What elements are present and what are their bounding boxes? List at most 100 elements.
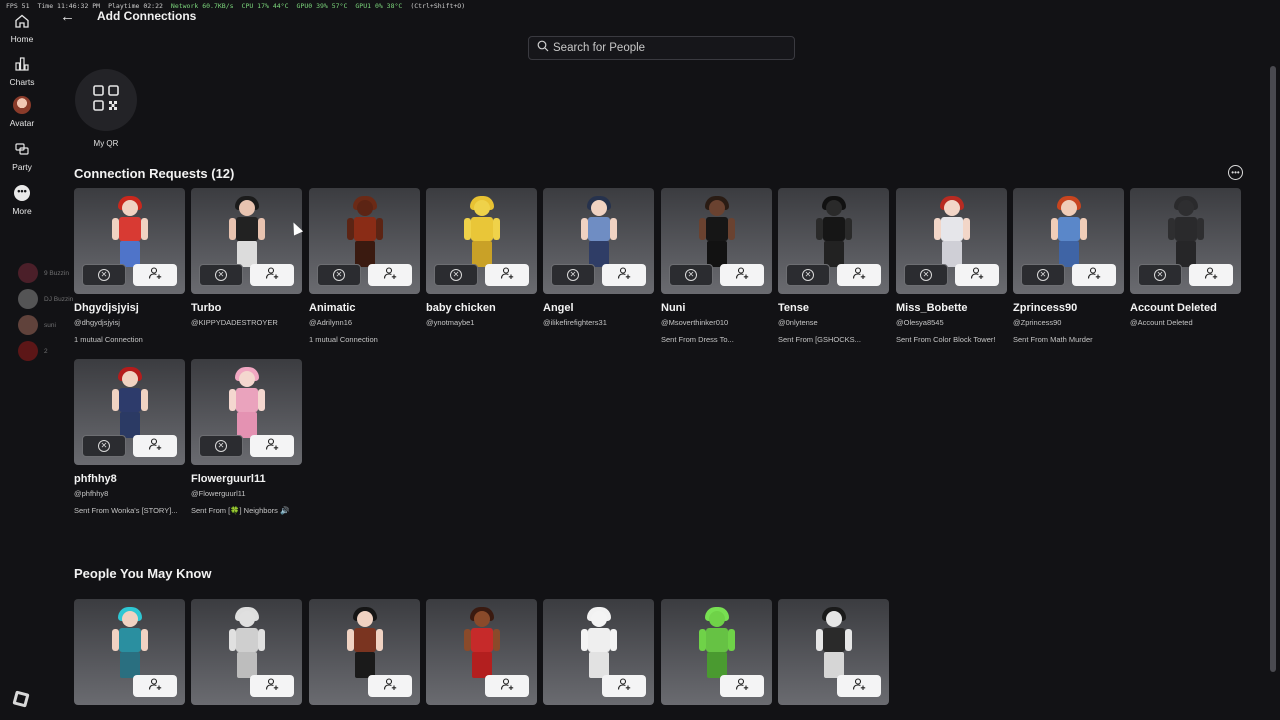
decline-button[interactable]: ✕	[551, 264, 595, 286]
accept-button[interactable]	[133, 264, 177, 286]
avatar-figure	[814, 607, 854, 683]
accept-button[interactable]	[955, 264, 999, 286]
decline-button[interactable]: ✕	[1021, 264, 1065, 286]
accept-button[interactable]	[1072, 264, 1116, 286]
avatar	[18, 289, 38, 309]
avatar[interactable]: ✕	[191, 188, 302, 294]
connection-request-card[interactable]: ✕ Turbo @KIPPYDADESTROYER	[191, 188, 302, 327]
nav-charts-label: Charts	[9, 77, 35, 87]
suggested-person-card[interactable]	[778, 599, 889, 705]
request-name[interactable]: Account Deleted	[1130, 302, 1241, 314]
connection-request-card[interactable]: ✕ Account Deleted @Account Deleted	[1130, 188, 1241, 327]
request-name[interactable]: phfhhy8	[74, 473, 185, 485]
suggested-person-card[interactable]	[74, 599, 185, 705]
decline-button[interactable]: ✕	[786, 264, 830, 286]
my-qr-label: My QR	[93, 139, 119, 148]
accept-button[interactable]	[837, 264, 881, 286]
connection-request-card[interactable]: ✕ Angel @ilikefirefighters31	[543, 188, 654, 327]
nav-avatar[interactable]: Avatar	[0, 96, 44, 128]
avatar[interactable]: ✕	[74, 188, 185, 294]
nav-more[interactable]: ••• More	[0, 184, 44, 216]
avatar[interactable]	[543, 599, 654, 705]
request-name[interactable]: baby chicken	[426, 302, 537, 314]
request-name[interactable]: Miss_Bobette	[896, 302, 1007, 314]
connection-request-card[interactable]: ✕ phfhhy8 @phfhhy8 Sent From Wonka's [STORY…	[74, 359, 185, 515]
avatar[interactable]: ✕	[309, 188, 420, 294]
page-scrollbar[interactable]	[1270, 66, 1276, 672]
avatar[interactable]: ✕	[74, 359, 185, 465]
my-qr-button[interactable]	[75, 69, 137, 131]
suggested-person-card[interactable]	[191, 599, 302, 705]
avatar-figure	[697, 607, 737, 683]
avatar[interactable]: ✕	[191, 359, 302, 465]
accept-button[interactable]	[485, 264, 529, 286]
connection-request-card[interactable]: ✕ Flowerguurl11 @Flowerguurl11 Sent From [🍀…	[191, 359, 302, 515]
decline-button[interactable]: ✕	[317, 264, 361, 286]
suggested-person-card[interactable]	[543, 599, 654, 705]
avatar[interactable]: ✕	[661, 188, 772, 294]
accept-button[interactable]	[250, 264, 294, 286]
connection-request-card[interactable]: ✕ Tense @0nlytense Sent From [GSHOCKS...	[778, 188, 889, 344]
accept-button[interactable]	[602, 264, 646, 286]
decline-button[interactable]: ✕	[199, 435, 243, 457]
avatar[interactable]: ✕	[543, 188, 654, 294]
avatar[interactable]	[661, 599, 772, 705]
avatar[interactable]: ✕	[1013, 188, 1124, 294]
avatar[interactable]	[309, 599, 420, 705]
accept-button[interactable]	[368, 264, 412, 286]
avatar[interactable]: ✕	[778, 188, 889, 294]
avatar[interactable]	[191, 599, 302, 705]
suggested-person-card[interactable]	[661, 599, 772, 705]
add-connection-button[interactable]	[485, 675, 529, 697]
connection-request-card[interactable]: ✕ Nuni @Msoverthinker010 Sent From Dress To…	[661, 188, 772, 344]
decline-button[interactable]: ✕	[669, 264, 713, 286]
avatar[interactable]: ✕	[426, 188, 537, 294]
connection-request-card[interactable]: ✕ Zprincess90 @Zprincess90 Sent From Math M…	[1013, 188, 1124, 344]
avatar[interactable]: ✕	[1130, 188, 1241, 294]
connection-request-card[interactable]: ✕ Miss_Bobette @Olesya8545 Sent From Color …	[896, 188, 1007, 344]
add-connection-button[interactable]	[720, 675, 764, 697]
nav-party[interactable]: Party	[0, 140, 44, 172]
request-name[interactable]: Dhgydjsjyisj	[74, 302, 185, 314]
connection-request-card[interactable]: ✕ Animatic @Adrilynn16 1 mutual Connection	[309, 188, 420, 344]
accept-button[interactable]	[1189, 264, 1233, 286]
decline-button[interactable]: ✕	[82, 435, 126, 457]
add-connection-button[interactable]	[250, 675, 294, 697]
accept-button[interactable]	[250, 435, 294, 457]
request-name[interactable]: Turbo	[191, 302, 302, 314]
request-name[interactable]: Zprincess90	[1013, 302, 1124, 314]
request-name[interactable]: Animatic	[309, 302, 420, 314]
request-name[interactable]: Angel	[543, 302, 654, 314]
add-connection-button[interactable]	[602, 675, 646, 697]
accept-button[interactable]	[720, 264, 764, 286]
nav-home[interactable]: Home	[0, 12, 44, 44]
avatar[interactable]: ✕	[896, 188, 1007, 294]
close-icon: ✕	[98, 440, 110, 452]
back-arrow-icon[interactable]: ←	[60, 8, 75, 25]
add-connection-button[interactable]	[837, 675, 881, 697]
decline-button[interactable]: ✕	[82, 264, 126, 286]
home-icon	[13, 12, 31, 30]
suggested-person-card[interactable]	[309, 599, 420, 705]
avatar[interactable]	[778, 599, 889, 705]
request-name[interactable]: Flowerguurl11	[191, 473, 302, 485]
suggested-person-card[interactable]	[426, 599, 537, 705]
accept-button[interactable]	[133, 435, 177, 457]
decline-button[interactable]: ✕	[1138, 264, 1182, 286]
avatar[interactable]	[74, 599, 185, 705]
search-bar[interactable]	[528, 36, 795, 60]
decline-button[interactable]: ✕	[904, 264, 948, 286]
search-input[interactable]	[553, 42, 783, 54]
request-name[interactable]: Nuni	[661, 302, 772, 314]
requests-more-options-button[interactable]: •••	[1228, 165, 1243, 180]
avatar[interactable]	[426, 599, 537, 705]
decline-button[interactable]: ✕	[434, 264, 478, 286]
add-connection-button[interactable]	[133, 675, 177, 697]
gpu1-stat: GPU1 0% 38°C	[355, 2, 403, 10]
add-connection-button[interactable]	[368, 675, 412, 697]
connection-request-card[interactable]: ✕ Dhgydjsjyisj @dhgydjsjyisj 1 mutual Conne…	[74, 188, 185, 344]
decline-button[interactable]: ✕	[199, 264, 243, 286]
nav-charts[interactable]: Charts	[0, 55, 44, 87]
request-name[interactable]: Tense	[778, 302, 889, 314]
connection-request-card[interactable]: ✕ baby chicken @ynotmaybe1	[426, 188, 537, 327]
